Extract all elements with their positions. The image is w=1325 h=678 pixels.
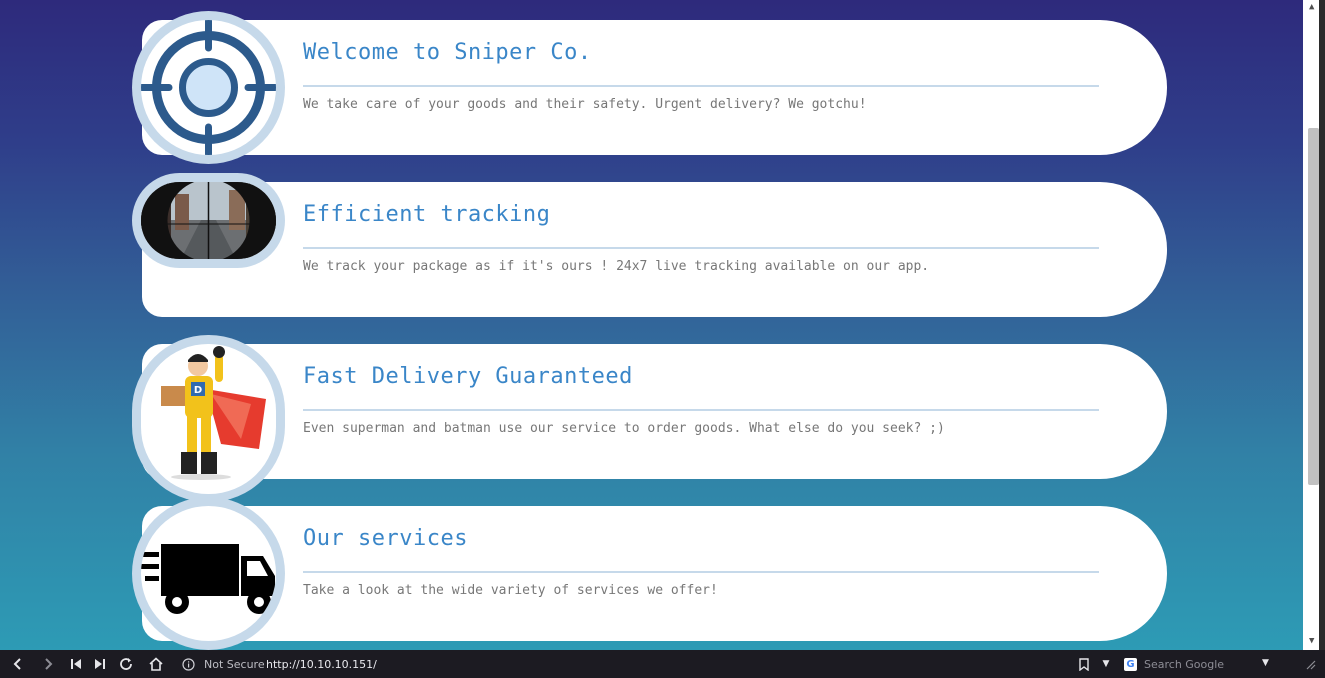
truck-icon	[132, 497, 285, 650]
bookmark-dropdown-chevron-icon[interactable]: ▼	[1096, 654, 1116, 674]
scroll-up-arrow-icon[interactable]: ▲	[1309, 2, 1314, 12]
window-edge	[1319, 0, 1325, 650]
card-divider	[303, 571, 1099, 573]
forward-arrow-icon[interactable]	[38, 654, 58, 674]
card-description: We track your package as if it's ours ! …	[303, 259, 930, 274]
rewind-icon[interactable]	[66, 654, 86, 674]
info-icon[interactable]	[178, 654, 198, 674]
card-divider	[303, 247, 1099, 249]
scope-view-image	[132, 173, 285, 268]
card-title: Fast Delivery Guaranteed	[303, 364, 633, 389]
card-divider	[303, 85, 1099, 87]
card-title: Welcome to Sniper Co.	[303, 40, 592, 65]
reload-icon[interactable]	[116, 654, 136, 674]
feature-card-services: Our services Take a look at the wide var…	[142, 506, 1167, 641]
card-divider	[303, 409, 1099, 411]
card-description: Take a look at the wide variety of servi…	[303, 583, 718, 598]
url-field[interactable]: http://10.10.10.151/	[266, 658, 377, 671]
card-title: Efficient tracking	[303, 202, 551, 227]
scrollbar-thumb[interactable]	[1308, 128, 1319, 485]
browser-toolbar: Not Secure http://10.10.10.151/ ▼ G Sear…	[0, 650, 1325, 678]
card-title: Our services	[303, 526, 468, 551]
search-field[interactable]: G Search Google ▼	[1120, 653, 1280, 675]
page-viewport: Welcome to Sniper Co. We take care of yo…	[0, 0, 1303, 650]
feature-card-delivery: Fast Delivery Guaranteed Even superman a…	[142, 344, 1167, 479]
feature-card-tracking: Efficient tracking We track your package…	[142, 182, 1167, 317]
back-arrow-icon[interactable]	[8, 654, 28, 674]
svg-text:D: D	[194, 385, 202, 396]
card-description: We take care of your goods and their saf…	[303, 97, 867, 112]
search-engine-chevron-icon[interactable]: ▼	[1262, 658, 1269, 668]
fast-forward-icon[interactable]	[90, 654, 110, 674]
card-description: Even superman and batman use our service…	[303, 421, 945, 436]
search-placeholder: Search Google	[1144, 658, 1225, 671]
scroll-down-arrow-icon[interactable]: ▼	[1309, 636, 1314, 646]
bookmark-icon[interactable]	[1074, 654, 1094, 674]
resize-grip-icon[interactable]	[1300, 654, 1320, 674]
delivery-hero-image: D	[132, 335, 285, 502]
google-icon: G	[1124, 658, 1137, 671]
crosshair-icon	[132, 11, 285, 164]
security-status-label: Not Secure	[204, 658, 265, 671]
feature-card-welcome: Welcome to Sniper Co. We take care of yo…	[142, 20, 1167, 155]
home-icon[interactable]	[146, 654, 166, 674]
